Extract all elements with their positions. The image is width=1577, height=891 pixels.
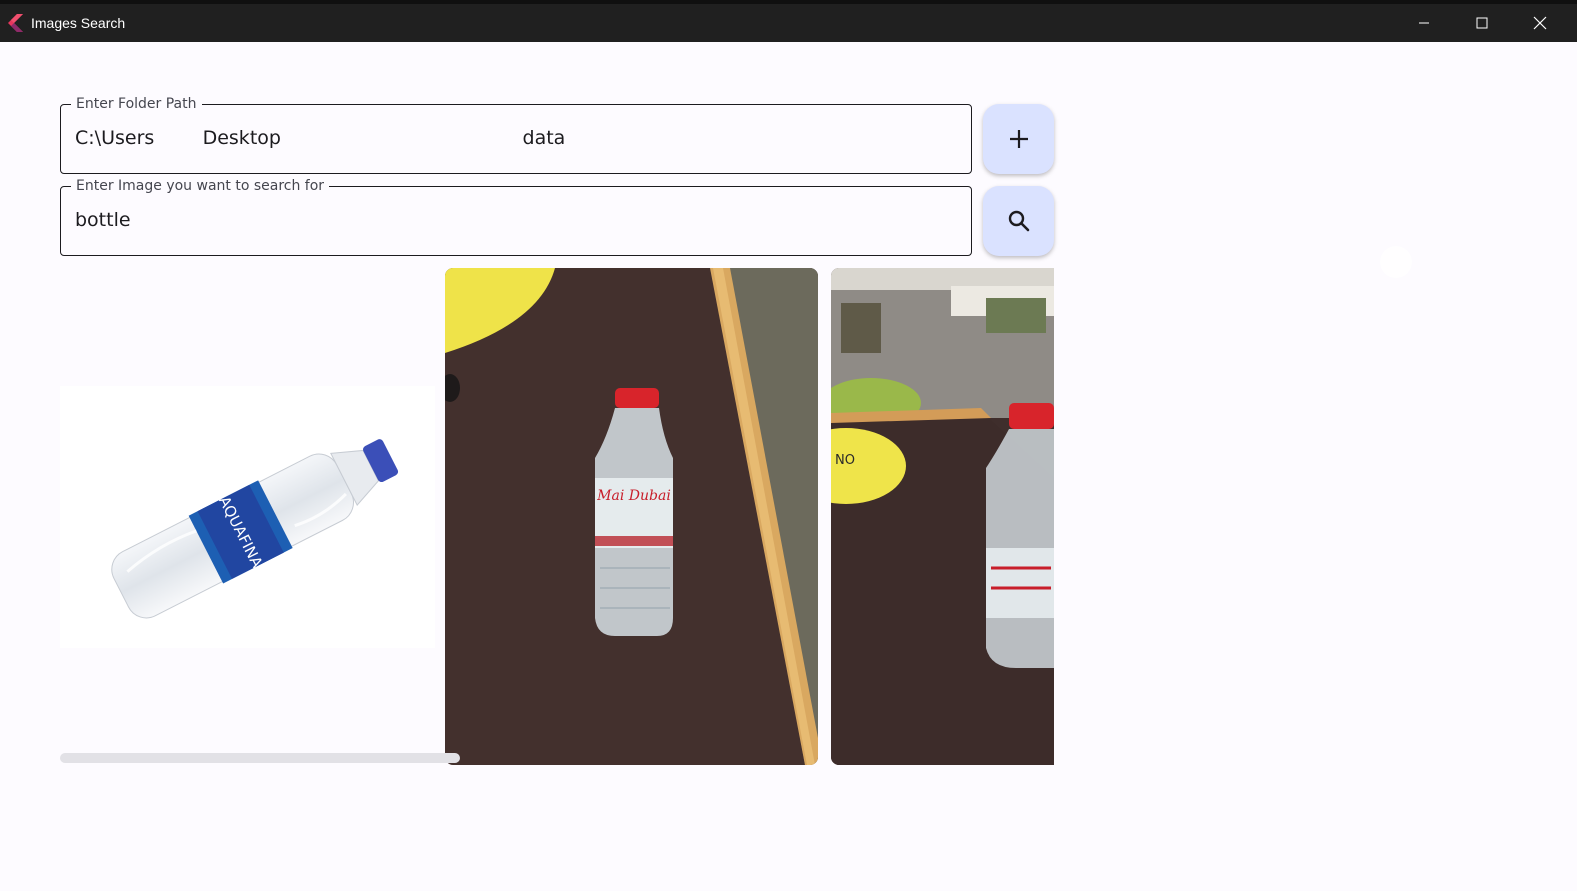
search-icon [1008,210,1029,232]
result-image[interactable]: ON [831,268,1054,765]
image-query-label: Enter Image you want to search for [71,177,330,195]
desk-bottle-image: Mai Dubai [445,268,818,765]
window-title: Images Search [31,15,126,31]
minimize-button[interactable] [1395,4,1453,42]
folder-path-input[interactable]: C:\Users Desktop data [75,127,565,149]
bottle-label-text: ON [835,450,855,465]
result-image[interactable]: Mai Dubai [445,268,818,765]
close-button[interactable] [1511,4,1569,42]
maximize-icon [1476,17,1488,29]
minimize-icon [1419,22,1429,24]
app-logo-icon [8,14,23,32]
bottle-image: AQUAFINA [111,439,399,619]
folder-path-field[interactable]: Enter Folder Path C:\Users Desktop data [60,95,972,174]
bottle-label-text: Mai Dubai [596,488,671,504]
main-content: Enter Folder Path C:\Users Desktop data … [0,42,1577,891]
image-query-field[interactable]: Enter Image you want to search for bottl… [60,177,972,256]
folder-path-label: Enter Folder Path [71,95,202,113]
close-icon [1533,16,1547,30]
maximize-button[interactable] [1453,4,1511,42]
result-image[interactable]: AQUAFINA [60,386,435,648]
add-folder-button[interactable] [983,104,1054,174]
image-query-input[interactable]: bottle [75,209,131,231]
results-gallery: AQUAFINA Mai Dubai ON [60,268,1054,766]
classroom-bottle-image: ON [831,268,1054,765]
window-titlebar: Images Search [0,0,1577,42]
search-button[interactable] [983,186,1054,256]
plus-icon [1009,130,1028,148]
gallery-scrollbar[interactable] [60,753,460,763]
decorative-dot [1380,246,1412,278]
